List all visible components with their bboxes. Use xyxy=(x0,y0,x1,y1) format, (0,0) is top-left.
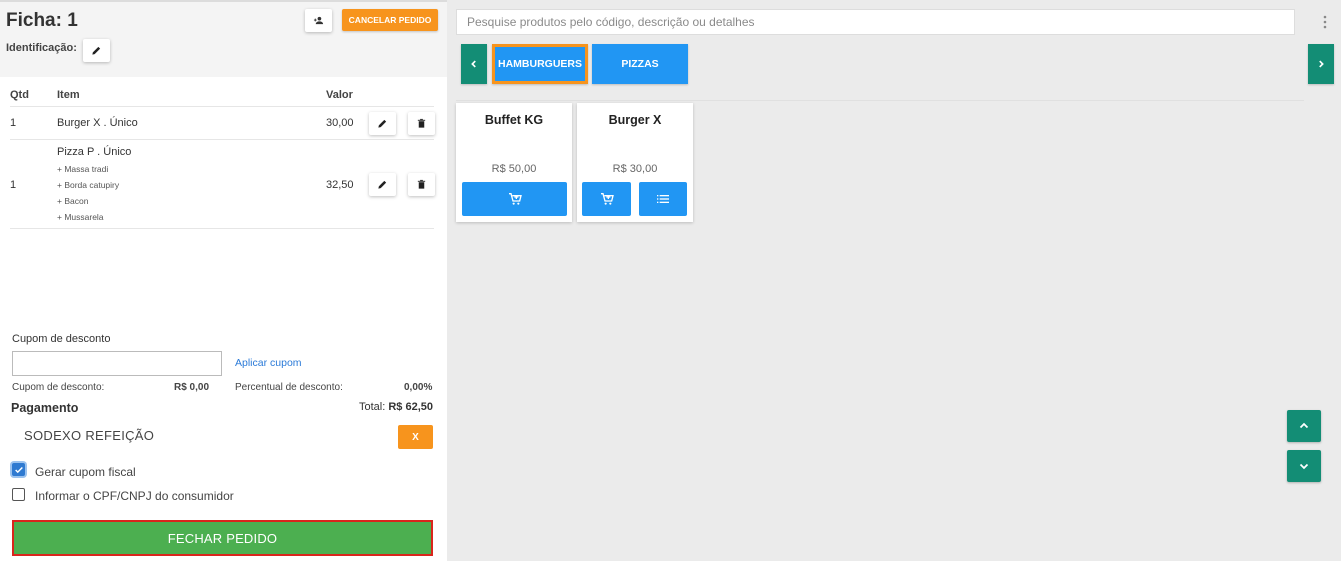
cpf-label: Informar o CPF/CNPJ do consumidor xyxy=(35,489,234,503)
product-card: Burger X R$ 30,00 xyxy=(577,103,693,222)
edit-identification-button[interactable] xyxy=(83,39,110,62)
product-card: Buffet KG R$ 50,00 xyxy=(456,103,572,222)
edit-item-button[interactable] xyxy=(369,112,396,135)
trash-icon xyxy=(417,118,426,128)
order-title: Ficha: 1 xyxy=(6,10,78,31)
payment-method: SODEXO REFEIÇÃO xyxy=(24,428,155,443)
apply-coupon-link[interactable]: Aplicar cupom xyxy=(235,357,302,369)
product-search-input[interactable] xyxy=(456,9,1295,35)
payment-title: Pagamento xyxy=(11,401,79,415)
category-tab-hamburgers[interactable]: HAMBURGUERS xyxy=(492,44,588,84)
product-price: R$ 50,00 xyxy=(491,163,537,175)
cancel-order-button[interactable]: CANCELAR PEDIDO xyxy=(342,9,438,31)
row-qty: 1 xyxy=(10,179,17,191)
add-customer-button[interactable] xyxy=(305,9,332,32)
check-icon xyxy=(14,466,23,473)
column-item: Item xyxy=(57,89,80,101)
categories-prev-button[interactable] xyxy=(461,44,487,84)
total-label: Total: xyxy=(358,401,386,413)
cpf-checkbox[interactable] xyxy=(12,488,25,501)
row-divider xyxy=(10,228,434,229)
add-to-cart-button[interactable] xyxy=(582,182,631,216)
add-cart-icon xyxy=(508,193,522,205)
row-extra: + Massa tradi xyxy=(57,164,109,174)
coupon-input[interactable] xyxy=(12,351,222,376)
identification-label: Identificação: xyxy=(6,42,77,54)
chevron-up-icon xyxy=(1299,422,1309,429)
product-details-button[interactable] xyxy=(639,182,687,216)
chevron-left-icon xyxy=(471,60,476,68)
pencil-icon xyxy=(378,180,387,189)
percent-label: Percentual de desconto: xyxy=(235,382,343,393)
person-add-icon xyxy=(313,16,324,25)
row-divider xyxy=(10,139,434,140)
close-order-button[interactable]: FECHAR PEDIDO xyxy=(12,520,433,556)
add-to-cart-button[interactable] xyxy=(462,182,567,216)
pencil-icon xyxy=(92,46,101,55)
column-value: Valor xyxy=(326,89,353,101)
fiscal-label: Gerar cupom fiscal xyxy=(35,465,136,479)
categories-next-button[interactable] xyxy=(1308,44,1334,84)
product-name: Buffet KG xyxy=(484,113,544,127)
percent-value: 0,00% xyxy=(404,382,433,393)
row-item: Burger X . Único xyxy=(57,117,138,129)
add-cart-icon xyxy=(600,193,614,205)
pencil-icon xyxy=(378,119,387,128)
fiscal-checkbox[interactable] xyxy=(12,463,25,476)
row-extra: + Borda catupiry xyxy=(57,180,120,190)
order-total: Total: R$ 62,50 xyxy=(359,401,433,413)
row-divider xyxy=(10,106,434,107)
coupon-label: Cupom de desconto xyxy=(12,333,111,345)
order-panel: Ficha: 1 CANCELAR PEDIDO Identificação: … xyxy=(0,0,447,561)
total-value: R$ 62,50 xyxy=(388,401,433,413)
product-price: R$ 30,00 xyxy=(612,163,658,175)
chevron-down-icon xyxy=(1299,463,1309,470)
row-qty: 1 xyxy=(10,117,17,129)
delete-item-button[interactable] xyxy=(408,173,435,196)
product-name: Burger X xyxy=(608,113,662,127)
row-item: Pizza P . Único xyxy=(57,146,132,158)
list-icon xyxy=(657,195,669,203)
row-value: 30,00 xyxy=(326,117,354,129)
row-extra: + Mussarela xyxy=(57,212,104,222)
delete-item-button[interactable] xyxy=(408,112,435,135)
scroll-down-button[interactable] xyxy=(1287,450,1321,482)
scroll-up-button[interactable] xyxy=(1287,410,1321,442)
chevron-right-icon xyxy=(1319,60,1324,68)
catalog-divider xyxy=(456,100,1304,101)
order-header: Ficha: 1 CANCELAR PEDIDO Identificação: xyxy=(0,2,447,77)
discount-label: Cupom de desconto: xyxy=(12,382,105,393)
vertical-dots-icon[interactable] xyxy=(1320,14,1330,30)
row-extra: + Bacon xyxy=(57,196,89,206)
category-tab-pizzas[interactable]: PIZZAS xyxy=(592,44,688,84)
edit-item-button[interactable] xyxy=(369,173,396,196)
column-qty: Qtd xyxy=(10,89,29,101)
row-value: 32,50 xyxy=(326,179,354,191)
remove-payment-button[interactable]: X xyxy=(398,425,433,449)
trash-icon xyxy=(417,179,426,189)
discount-value: R$ 0,00 xyxy=(174,382,210,393)
